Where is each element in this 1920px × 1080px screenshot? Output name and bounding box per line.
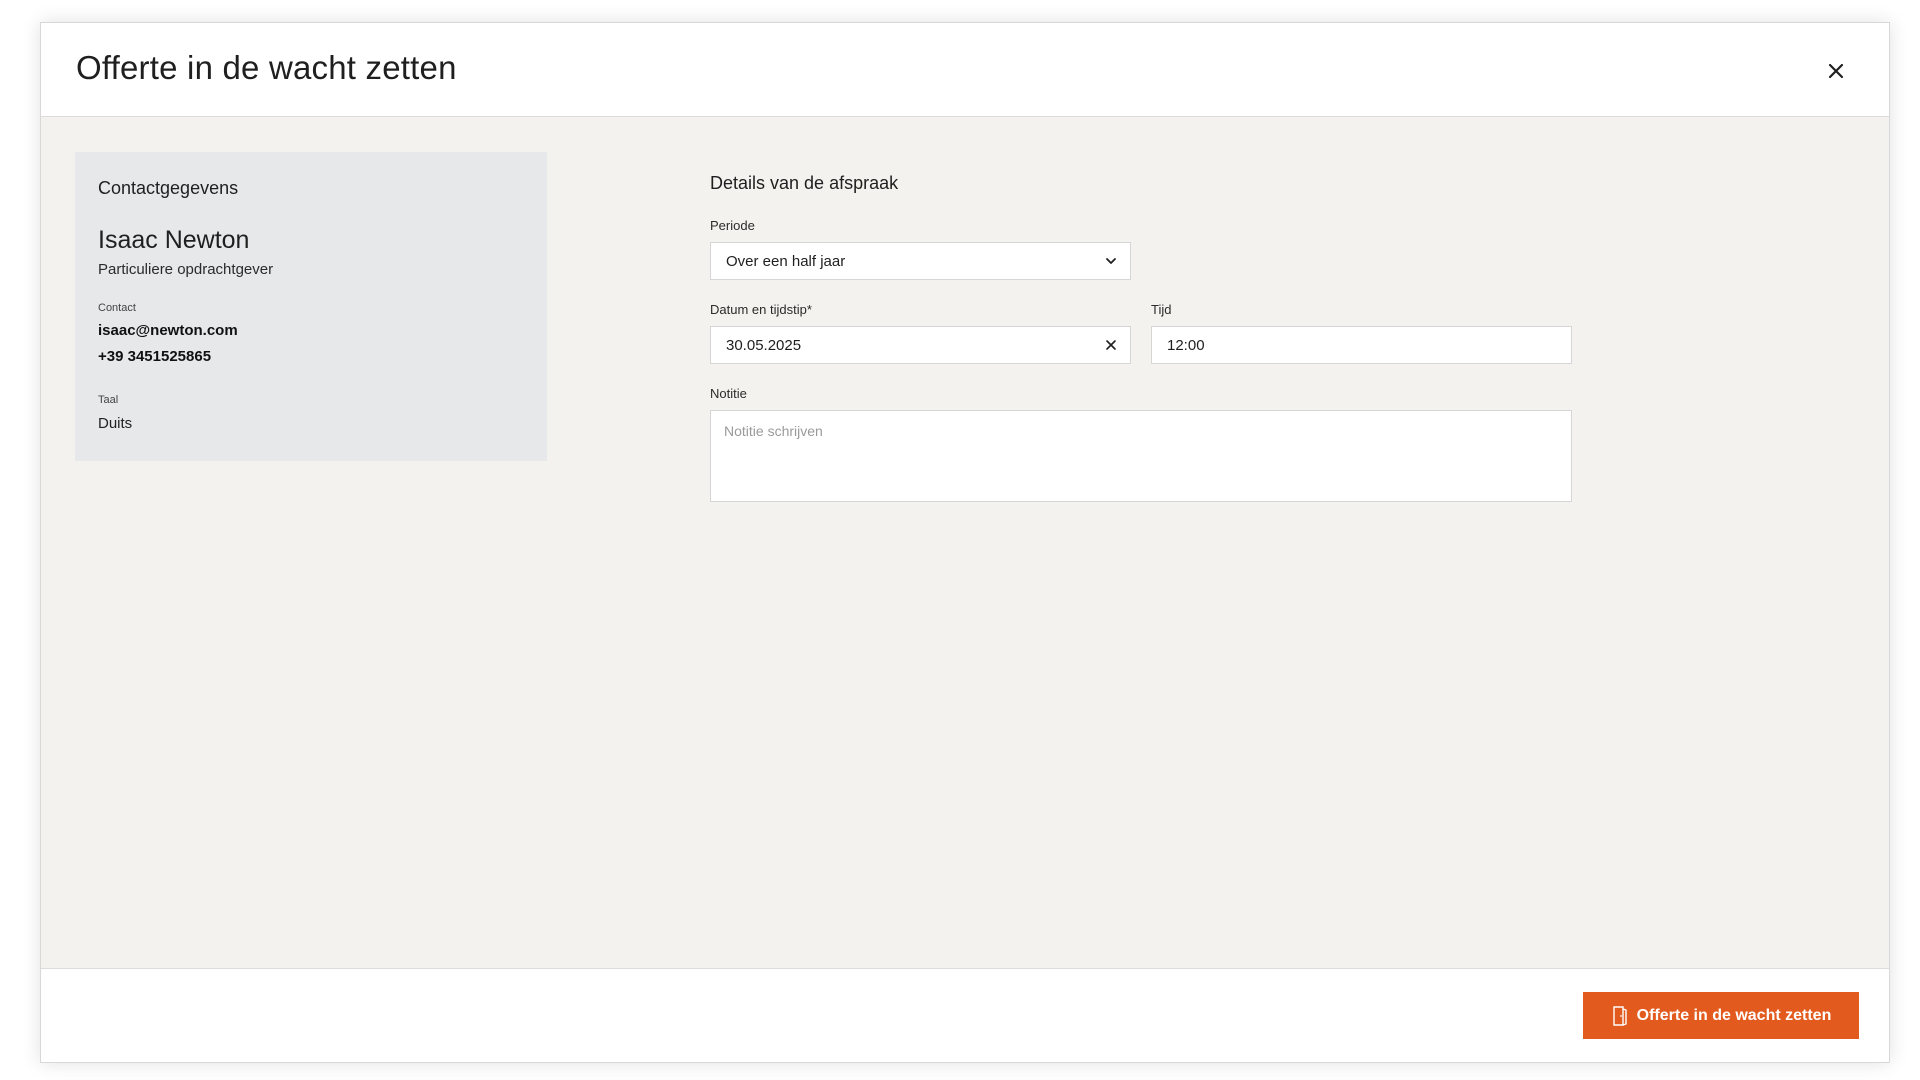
note-placeholder: Notitie schrijven: [724, 423, 823, 439]
hold-quote-modal: Offerte in de wacht zetten Contactgegeve…: [40, 22, 1890, 1063]
contact-role: Particuliere opdrachtgever: [98, 261, 274, 278]
door-icon: [1612, 1005, 1627, 1026]
appointment-heading: Details van de afspraak: [710, 173, 899, 193]
hold-quote-button[interactable]: Offerte in de wacht zetten: [1583, 992, 1859, 1039]
hold-quote-button-label: Offerte in de wacht zetten: [1636, 1006, 1832, 1024]
time-label: Tijd: [1151, 302, 1172, 317]
close-button[interactable]: [1823, 58, 1849, 84]
language-label: Taal: [98, 394, 119, 406]
contact-name: Isaac Newton: [98, 226, 250, 254]
contact-label: Contact: [98, 302, 136, 314]
time-value: 12:00: [1167, 336, 1205, 354]
period-label: Periode: [710, 218, 755, 233]
note-textarea[interactable]: Notitie schrijven: [710, 410, 1572, 502]
contact-heading: Contactgegevens: [98, 178, 239, 198]
contact-email: isaac@newton.com: [98, 322, 238, 339]
period-select[interactable]: Over een half jaar: [710, 242, 1131, 280]
contact-phone: +39 3451525865: [98, 348, 212, 365]
note-label: Notitie: [710, 386, 747, 401]
chevron-down-icon[interactable]: [1092, 242, 1130, 280]
clear-icon[interactable]: [1092, 326, 1130, 364]
time-input[interactable]: 12:00: [1151, 326, 1572, 364]
modal-header: Offerte in de wacht zetten: [41, 23, 1889, 117]
modal-title: Offerte in de wacht zetten: [76, 49, 457, 86]
language-value: Duits: [98, 415, 133, 432]
close-icon: [1828, 63, 1844, 79]
modal-footer: Offerte in de wacht zetten: [41, 968, 1889, 1062]
contact-card: Contactgegevens Isaac Newton Particulier…: [75, 152, 547, 461]
date-value: 30.05.2025: [726, 336, 802, 354]
period-value: Over een half jaar: [726, 252, 846, 270]
date-label: Datum en tijdstip*: [710, 302, 812, 317]
date-input[interactable]: 30.05.2025: [710, 326, 1131, 364]
